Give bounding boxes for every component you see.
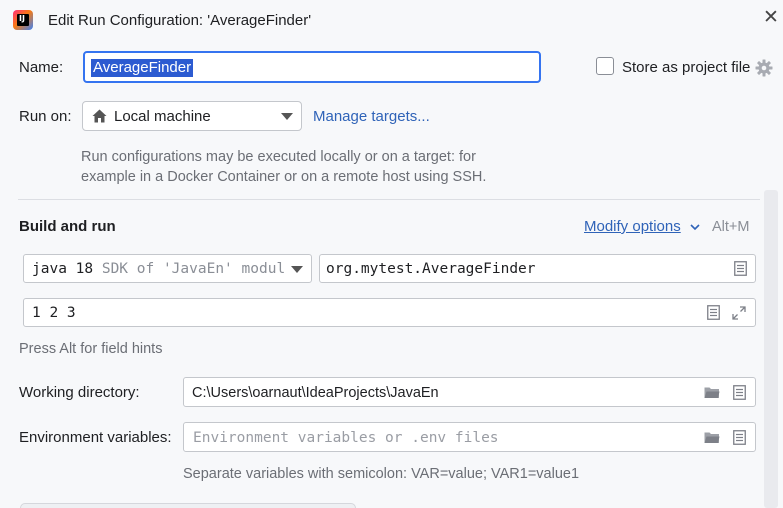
run-on-value: Local machine	[114, 108, 211, 125]
program-arguments-value: 1 2 3	[32, 305, 76, 321]
insert-macro-icon[interactable]	[707, 305, 720, 320]
expand-icon[interactable]	[732, 306, 746, 320]
environment-variables-label: Environment variables:	[19, 429, 172, 446]
run-on-label: Run on:	[19, 108, 72, 125]
environment-variables-field[interactable]: Environment variables or .env files	[183, 422, 756, 452]
build-and-run-heading: Build and run	[19, 218, 116, 235]
name-input-value: AverageFinder	[91, 59, 194, 77]
gear-icon[interactable]	[755, 59, 773, 77]
partially-visible-field[interactable]	[20, 503, 356, 508]
environment-variables-placeholder: Environment variables or .env files	[193, 430, 499, 446]
program-arguments-field[interactable]: 1 2 3	[23, 298, 756, 327]
store-as-project-file-checkbox[interactable]	[596, 57, 614, 75]
manage-targets-link[interactable]: Manage targets...	[313, 108, 430, 125]
field-hints-text: Press Alt for field hints	[19, 341, 163, 357]
chevron-down-icon	[281, 113, 293, 120]
run-on-dropdown[interactable]: Local machine	[82, 101, 302, 131]
insert-macro-icon[interactable]	[733, 385, 746, 400]
chevron-down-icon[interactable]	[690, 222, 700, 232]
home-icon	[92, 109, 107, 123]
vertical-scrollbar[interactable]	[764, 190, 778, 508]
modify-options-link[interactable]: Modify options	[584, 218, 681, 235]
jdk-detail: SDK of 'JavaEn' module	[101, 261, 286, 277]
browse-document-icon[interactable]	[734, 261, 747, 276]
close-icon[interactable]: ✕	[760, 7, 782, 29]
section-divider	[18, 199, 760, 200]
edit-variables-icon[interactable]	[733, 430, 746, 445]
working-directory-value: C:\Users\oarnaut\IdeaProjects\JavaEn	[192, 385, 439, 401]
store-as-project-file-label[interactable]: Store as project file	[622, 59, 750, 76]
working-directory-field[interactable]: C:\Users\oarnaut\IdeaProjects\JavaEn	[183, 377, 756, 407]
name-input[interactable]: AverageFinder	[83, 51, 541, 83]
modify-options-shortcut: Alt+M	[712, 219, 750, 235]
folder-icon[interactable]	[704, 386, 720, 399]
jdk-version: java 18	[32, 261, 94, 277]
jdk-dropdown[interactable]: java 18 SDK of 'JavaEn' module	[23, 254, 312, 283]
dialog-title: Edit Run Configuration: 'AverageFinder'	[48, 12, 312, 29]
intellij-app-icon: IJ	[13, 10, 33, 30]
environment-variables-help: Separate variables with semicolon: VAR=v…	[183, 466, 580, 482]
chevron-down-icon	[291, 266, 303, 273]
main-class-value: org.mytest.AverageFinder	[326, 261, 536, 277]
name-label: Name:	[19, 59, 64, 76]
main-class-field[interactable]: org.mytest.AverageFinder	[319, 254, 756, 283]
run-on-help-text: Run configurations may be executed local…	[81, 149, 487, 185]
folder-icon[interactable]	[704, 431, 720, 444]
working-directory-label: Working directory:	[19, 384, 140, 401]
